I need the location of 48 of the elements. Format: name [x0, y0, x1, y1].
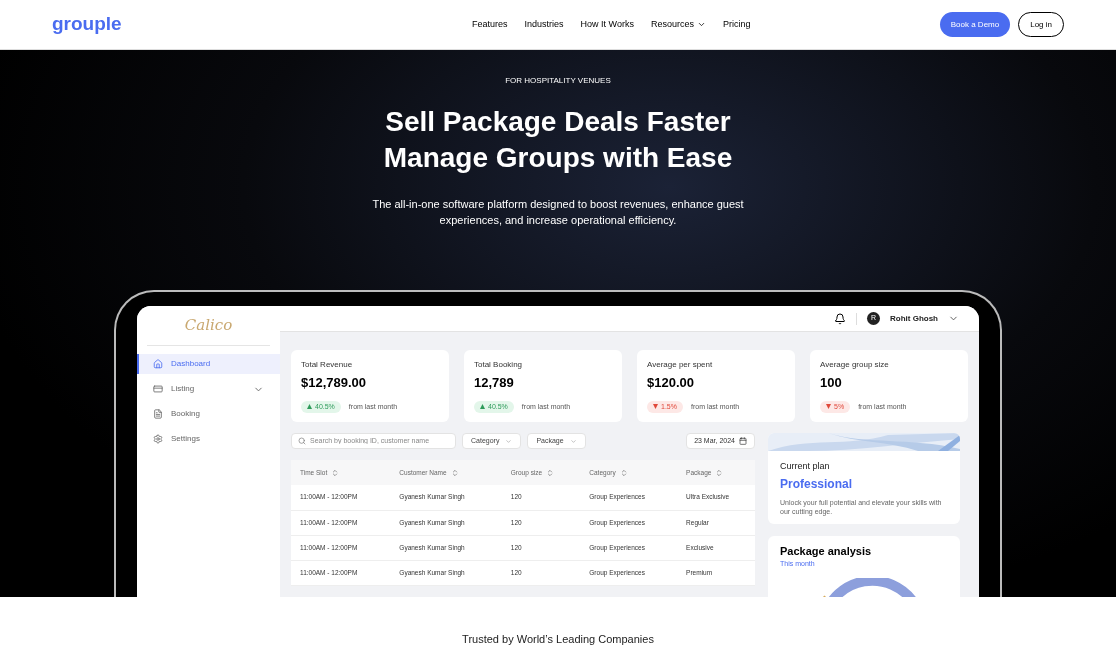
stat-label: Total Revenue: [301, 359, 354, 371]
sort-icon: [450, 468, 459, 477]
sidebar-item[interactable]: Settings: [137, 429, 280, 449]
sidebar-item[interactable]: Listing: [137, 379, 280, 399]
bell-icon[interactable]: [834, 312, 846, 325]
stat-value: $12,789.00: [301, 374, 368, 392]
triangle-up-icon: [480, 404, 485, 410]
sort-icon: [619, 468, 628, 477]
nav-link[interactable]: Industries: [524, 17, 564, 32]
triangle-down-icon: [653, 404, 658, 410]
stat-label: Average per spent: [647, 359, 714, 371]
triangle-up-icon: [307, 404, 312, 410]
analysis-title: Package analysis: [780, 543, 873, 559]
document-icon: [153, 409, 163, 419]
book-demo-button[interactable]: Book a Demo: [939, 12, 1011, 37]
sort-icon: [331, 468, 340, 477]
chevron-down-icon: [696, 20, 706, 29]
hero-title: Manage Groups with Ease: [383, 141, 733, 175]
nav-link[interactable]: Pricing: [722, 17, 751, 32]
home-icon: [153, 359, 163, 369]
hero-subtitle: The all-in-one software platform designed to boost revenues, enhance guest experiences, and increase operational efficiency.: [371, 197, 745, 228]
stat-value: $120.00: [647, 374, 695, 392]
stat-value: 12,789: [474, 374, 515, 392]
plan-name: Professional: [780, 475, 854, 493]
nav-link[interactable]: Features: [472, 17, 508, 32]
chevron-down-icon: [569, 437, 577, 445]
stat-value: 100: [820, 374, 843, 392]
card-icon: [153, 384, 163, 394]
calendar-icon: [739, 437, 747, 445]
sidebar-item[interactable]: Dashboard: [137, 354, 280, 374]
eyebrow-text: FOR HOSPITALITY VENUES: [505, 75, 611, 87]
search-icon: [298, 437, 306, 445]
app-logo: Calico: [184, 315, 233, 337]
trusted-heading: Trusted by World’s Leading Companies: [462, 631, 654, 647]
plan-label: Current plan: [780, 460, 831, 473]
nav-link[interactable]: How It Works: [580, 17, 634, 32]
nav-link[interactable]: Resources: [650, 17, 706, 32]
sort-icon: [546, 468, 555, 477]
triangle-down-icon: [826, 404, 831, 410]
stat-label: Total Booking: [474, 359, 524, 371]
sort-icon: [715, 468, 724, 477]
stat-label: Average group size: [820, 359, 890, 371]
sidebar-item[interactable]: Booking: [137, 404, 280, 424]
user-name[interactable]: Rohit Ghosh: [890, 312, 938, 325]
gear-icon: [153, 434, 163, 444]
hero-title: Sell Package Deals Faster: [385, 105, 731, 139]
chevron-down-icon: [505, 437, 513, 445]
logo[interactable]: grouple: [52, 10, 472, 39]
